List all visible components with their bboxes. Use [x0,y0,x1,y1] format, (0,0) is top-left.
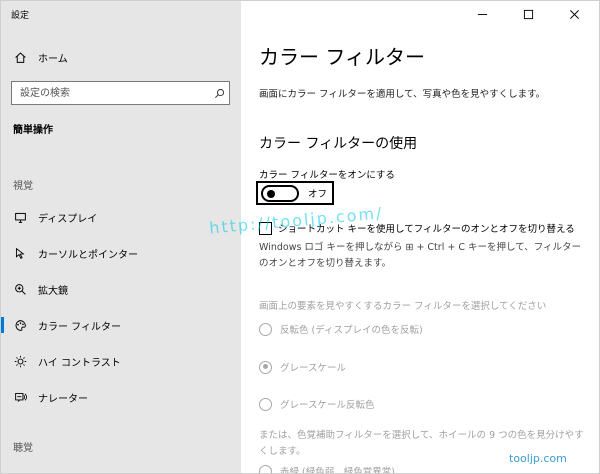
magnifier-icon [13,282,27,296]
section-heading: カラー フィルターの使用 [259,136,418,152]
sidebar: 設定 ホーム 簡単操作 視覚 ディスプレイ カーソルとポインター [1,1,241,473]
sidebar-item-label: ディスプレイ [38,213,98,225]
sidebar-item-home[interactable]: ホーム [1,44,241,70]
sidebar-item-narrator[interactable]: ナレーター [1,384,241,410]
main-content: カラー フィルター 画面にカラー フィルターを適用して、写真や色を見やすくします… [241,1,599,474]
radio-label: グレースケール反転色 [280,400,375,411]
radio-label: 反転色 (ディスプレイの色を反転) [280,325,423,336]
sidebar-item-cursor[interactable]: カーソルとポインター [1,240,241,266]
radio-label: 赤緑 (緑色弱、緑色覚異常) [280,467,395,474]
sidebar-item-display[interactable]: ディスプレイ [1,204,241,230]
shortcut-checkbox-row[interactable]: ショートカット キーを使用してフィルターのオンとオフを切り替える [259,221,575,235]
sidebar-item-label: カーソルとポインター [38,249,138,261]
settings-window: 設定 ホーム 簡単操作 視覚 ディスプレイ カーソルとポインター [0,0,600,474]
radio-button[interactable] [259,360,272,374]
toggle-switch[interactable] [261,184,299,202]
sidebar-section-title: 簡単操作 [13,125,53,136]
radio-label: グレースケール [280,363,347,374]
filter-option-red-green[interactable]: 赤緑 (緑色弱、緑色覚異常) [259,464,395,474]
palette-icon [13,318,27,332]
sidebar-item-label: ナレーター [38,393,88,405]
brightness-icon [13,354,27,368]
shortcut-checkbox-label: ショートカット キーを使用してフィルターのオンとオフを切り替える [278,224,575,235]
shortcut-help-text: Windows ロゴ キーを押しながら ⊞ + Ctrl + C キーを押して、… [259,242,582,269]
app-title: 設定 [11,11,30,21]
toggle-state-label: オフ [308,189,328,200]
sidebar-item-label: カラー フィルター [38,321,121,333]
search-icon[interactable] [209,88,229,99]
sidebar-item-color-filter[interactable]: カラー フィルター [1,312,241,338]
sidebar-group-vision: 視覚 [13,181,33,192]
color-filter-toggle[interactable]: オフ [256,181,334,205]
radio-button[interactable] [259,397,272,411]
filter-option-inverted[interactable]: 反転色 (ディスプレイの色を反転) [259,322,423,336]
sidebar-item-label: ホーム [38,53,68,65]
radio-button[interactable] [259,322,272,336]
filter-select-label: 画面上の要素を見やすくするカラー フィルターを選択してください [259,301,547,312]
sidebar-item-magnifier[interactable]: 拡大鏡 [1,276,241,302]
sidebar-item-label: 拡大鏡 [38,285,68,297]
search-box[interactable] [11,81,230,105]
sidebar-item-label: ハイ コントラスト [38,357,121,369]
page-title: カラー フィルター [259,45,425,69]
sidebar-item-high-contrast[interactable]: ハイ コントラスト [1,348,241,374]
corner-watermark: tooljp.com [509,452,567,465]
home-icon [13,50,27,64]
monitor-icon [13,210,27,224]
shortcut-checkbox[interactable] [259,221,272,235]
page-description: 画面にカラー フィルターを適用して、写真や色を見やすくします。 [259,89,546,100]
radio-button[interactable] [259,464,272,473]
active-indicator [1,317,4,333]
cursor-icon [13,246,27,260]
search-input[interactable] [12,83,209,103]
toggle-label: カラー フィルターをオンにする [259,170,395,181]
narrator-icon [13,390,27,404]
toggle-knob [267,189,275,198]
sidebar-group-hearing: 聴覚 [13,443,33,454]
filter-option-grayscale-inverted[interactable]: グレースケール反転色 [259,397,375,411]
filter-option-grayscale[interactable]: グレースケール [259,360,346,374]
